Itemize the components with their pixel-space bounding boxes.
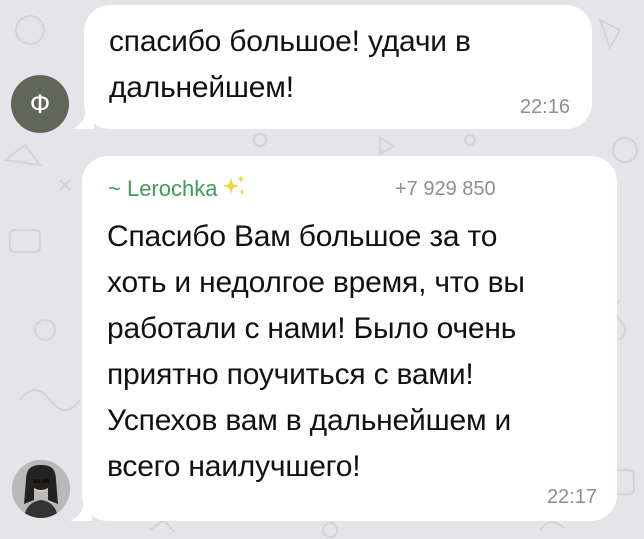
message-text: Спасибо Вам большое за то хоть и недолго… <box>107 220 525 483</box>
sender-avatar-letter[interactable]: Ф <box>11 75 69 133</box>
sparkles-icon <box>221 174 247 204</box>
message-bubble-incoming[interactable]: ~ Lerochka +7 929 850 Спасибо Вам большо… <box>70 156 617 521</box>
user-photo-avatar <box>12 460 70 518</box>
message-timestamp: 22:16 <box>519 96 570 118</box>
sender-avatar-photo[interactable] <box>12 460 70 518</box>
message-text: спасибо большое! удачи в дальнейшем! <box>109 25 471 104</box>
sender-phone: +7 929 850 <box>395 178 496 200</box>
message-timestamp: 22:17 <box>546 486 597 508</box>
message-bubble-incoming[interactable]: спасибо большое! удачи в дальнейшем! 22:… <box>72 5 592 129</box>
avatar-initial: Ф <box>29 88 51 119</box>
bubble-tail <box>70 499 92 521</box>
sender-header[interactable]: ~ Lerochka <box>108 174 247 204</box>
sender-name[interactable]: ~ Lerochka <box>108 176 217 202</box>
bubble-tail <box>72 107 94 129</box>
